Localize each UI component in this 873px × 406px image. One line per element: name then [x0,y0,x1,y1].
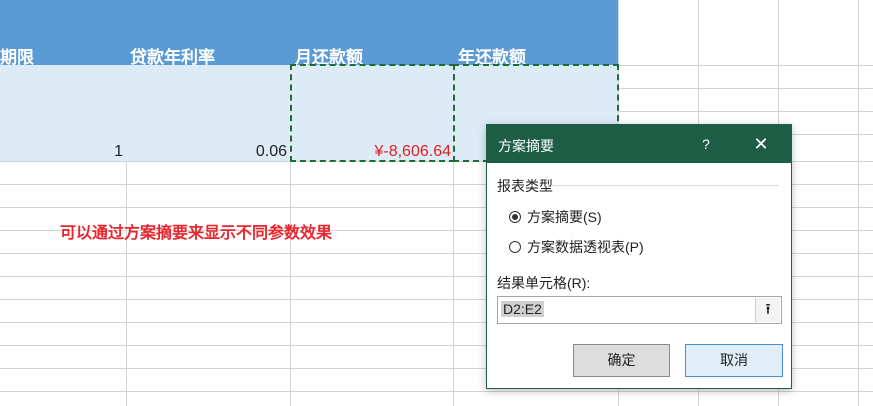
scenario-summary-dialog: 方案摘要 ? ✕ 报表类型 方案摘要(S) 方案数据透视表(P) 结果单元格(R… [486,124,792,389]
result-cells-label: 结果单元格(R): [497,275,591,291]
cancel-button[interactable]: 取消 [685,344,783,377]
dialog-titlebar[interactable]: 方案摘要 ? ✕ [487,125,791,163]
annotation-note: 可以通过方案摘要来显示不同参数效果 [60,225,333,242]
radio-unselected-icon[interactable] [509,241,521,253]
close-icon[interactable]: ✕ [749,134,773,154]
section-divider [551,185,779,186]
result-cells-value[interactable]: D2:E2 [501,301,544,317]
radio-scenario-summary[interactable]: 方案摘要(S) [509,207,602,227]
radio-scenario-pivot[interactable]: 方案数据透视表(P) [509,237,644,257]
header-term[interactable]: 期限 [0,43,34,68]
cell-rate-value[interactable]: 0.06 [256,143,287,161]
report-type-label: 报表类型 [497,178,553,194]
result-cells-input[interactable]: D2:E2 ⭱ [497,296,782,324]
radio-selected-icon[interactable] [509,211,521,223]
dialog-title: 方案摘要 [498,138,554,154]
collapse-icon[interactable]: ⭱ [755,298,780,322]
header-annual-rate[interactable]: 贷款年利率 [130,43,215,68]
radio-scenario-summary-label: 方案摘要(S) [527,209,602,225]
ok-button[interactable]: 确定 [573,344,670,377]
help-icon[interactable]: ? [694,134,718,154]
cell-term-value[interactable]: 1 [114,143,123,161]
radio-scenario-pivot-label: 方案数据透视表(P) [527,239,644,255]
selection-marquee-d2 [290,64,455,162]
